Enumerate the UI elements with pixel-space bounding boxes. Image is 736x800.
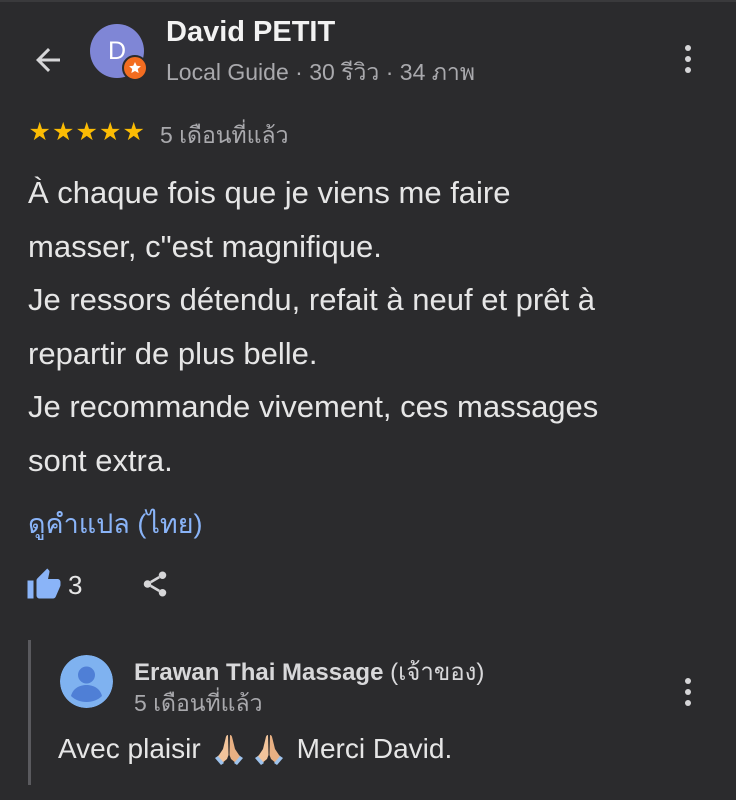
reply-indent-bar [28, 640, 31, 785]
dot [685, 678, 691, 684]
share-button[interactable] [140, 568, 170, 600]
owner-avatar[interactable] [60, 655, 113, 708]
dot [685, 689, 691, 695]
dot [685, 700, 691, 706]
reply-time: 5 เดือนที่แล้ว [134, 690, 263, 716]
owner-role: (เจ้าของ) [390, 659, 485, 686]
like-button[interactable]: 3 [26, 567, 82, 603]
review-line: Je ressors détendu, refait à neuf et prê… [28, 282, 595, 317]
reply-text-after: Merci David. [296, 733, 453, 764]
star-icon: ★ [122, 118, 145, 146]
like-count: 3 [68, 569, 83, 600]
star-icon: ★ [28, 118, 51, 146]
back-button[interactable] [30, 42, 66, 78]
person-icon [60, 655, 113, 708]
thumbs-up-icon [27, 568, 61, 599]
review-line: repartir de plus belle. [28, 335, 318, 371]
translate-link[interactable]: ดูคำแปล (ไทย) [28, 502, 203, 545]
reply-more-options-button[interactable] [683, 678, 693, 714]
reply-text: Avec plaisir Merci David. [58, 731, 452, 767]
local-guide-badge [122, 55, 148, 81]
review-line: sont extra. [28, 442, 173, 478]
dot [685, 67, 691, 73]
reviewer-name[interactable]: David PETIT [166, 16, 335, 49]
share-icon [143, 571, 167, 597]
reply-text-before: Avec plaisir [58, 733, 201, 764]
dot [685, 56, 691, 62]
local-guide-star-icon [129, 62, 141, 74]
star-rating: ★ ★ ★ ★ ★ [28, 118, 146, 146]
star-icon: ★ [75, 118, 98, 146]
star-icon: ★ [99, 118, 122, 146]
review-line: Je recommande vivement, ces massages [28, 389, 599, 424]
owner-business-name: Erawan Thai Massage [134, 659, 384, 686]
star-icon: ★ [52, 118, 75, 146]
review-time: 5 เดือนที่แล้ว [160, 122, 289, 148]
review-line: À chaque fois que je viens me faire [28, 175, 511, 210]
review-line: masser, c"est magnifique. [28, 228, 382, 264]
more-options-button[interactable] [683, 45, 693, 81]
reviewer-meta: Local Guide · 30 รีวิว · 34 ภาพ [166, 59, 475, 85]
arrow-left-icon [36, 48, 60, 72]
top-divider [0, 0, 736, 2]
folded-hands-icon [214, 735, 243, 765]
dot [685, 45, 691, 51]
review-text: À chaque fois que je viens me faire mass… [28, 166, 718, 487]
folded-hands-icon [254, 735, 283, 765]
